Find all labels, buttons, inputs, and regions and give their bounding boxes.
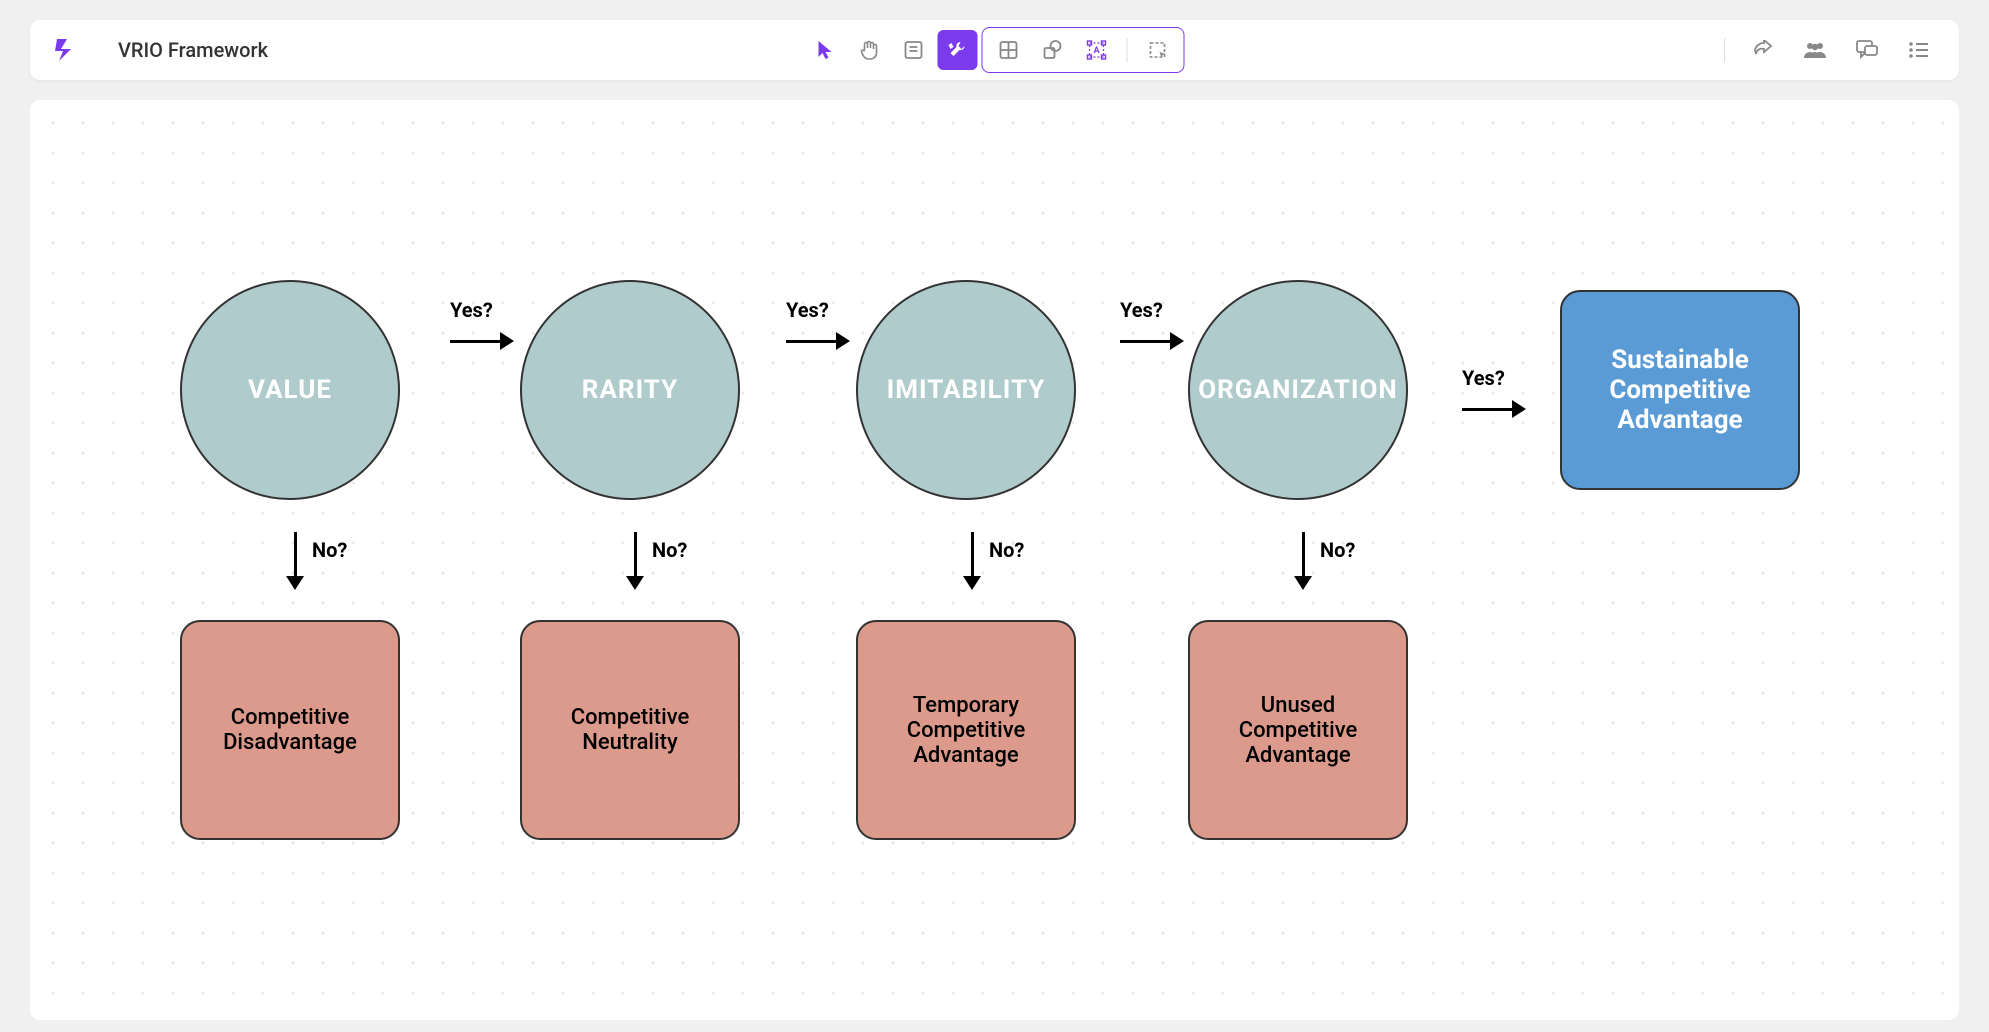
arrow-shaft — [294, 532, 297, 576]
toolbar-divider — [1126, 38, 1127, 62]
arrow-head-icon — [500, 332, 514, 350]
toolbar-container: VRIO Framework A — [0, 0, 1989, 100]
note-tool-icon[interactable] — [893, 30, 933, 70]
arrow-label: No? — [312, 538, 347, 562]
arrow-label: No? — [652, 538, 687, 562]
node-temporary-advantage[interactable]: Temporary Competitive Advantage — [856, 620, 1076, 840]
arrow-no-1[interactable]: No? — [286, 532, 304, 590]
node-label: Sustainable Competitive Advantage — [1582, 345, 1778, 435]
node-goal[interactable]: Sustainable Competitive Advantage — [1560, 290, 1800, 490]
arrow-head-icon — [626, 576, 644, 590]
arrow-head-icon — [1170, 332, 1184, 350]
hand-tool-icon[interactable] — [849, 30, 889, 70]
arrow-head-icon — [286, 576, 304, 590]
node-label: VALUE — [248, 375, 332, 405]
toolbar-center-group: A — [805, 27, 1184, 73]
node-value[interactable]: VALUE — [180, 280, 400, 500]
toolbar-divider — [1724, 38, 1725, 62]
toolbar-outlined-group: A — [981, 27, 1184, 73]
arrow-label: Yes? — [1120, 298, 1163, 322]
node-label: Unused Competitive Advantage — [1210, 693, 1386, 768]
arrow-shaft — [450, 340, 500, 343]
comments-icon[interactable] — [1847, 30, 1887, 70]
arrow-head-icon — [963, 576, 981, 590]
arrow-yes-4[interactable]: Yes? — [1462, 400, 1526, 418]
arrow-label: No? — [1320, 538, 1355, 562]
list-icon[interactable] — [1899, 30, 1939, 70]
arrow-shaft — [786, 340, 836, 343]
arrow-shaft — [1462, 408, 1512, 411]
node-label: RARITY — [582, 375, 678, 405]
arrow-yes-1[interactable]: Yes? — [450, 332, 514, 350]
arrow-shaft — [1120, 340, 1170, 343]
arrow-yes-2[interactable]: Yes? — [786, 332, 850, 350]
node-imitability[interactable]: IMITABILITY — [856, 280, 1076, 500]
app-logo-icon[interactable] — [50, 36, 78, 64]
arrow-head-icon — [1294, 576, 1312, 590]
node-label: Competitive Neutrality — [542, 705, 718, 755]
node-label: Competitive Disadvantage — [202, 705, 378, 755]
people-icon[interactable] — [1795, 30, 1835, 70]
node-unused-advantage[interactable]: Unused Competitive Advantage — [1188, 620, 1408, 840]
share-icon[interactable] — [1743, 30, 1783, 70]
toolbar-right-group — [1718, 30, 1939, 70]
arrow-shaft — [1302, 532, 1305, 576]
table-tool-icon[interactable] — [988, 30, 1028, 70]
arrow-no-2[interactable]: No? — [626, 532, 644, 590]
arrow-head-icon — [836, 332, 850, 350]
arrow-label: Yes? — [450, 298, 493, 322]
arrow-label: Yes? — [786, 298, 829, 322]
svg-text:A: A — [1093, 46, 1100, 56]
text-frame-tool-icon[interactable]: A — [1076, 30, 1116, 70]
arrow-label: No? — [989, 538, 1024, 562]
node-rarity[interactable]: RARITY — [520, 280, 740, 500]
cursor-tool-icon[interactable] — [805, 30, 845, 70]
select-area-tool-icon[interactable] — [1137, 30, 1177, 70]
shapes-tool-icon[interactable] — [1032, 30, 1072, 70]
arrow-no-3[interactable]: No? — [963, 532, 981, 590]
diagram-canvas[interactable]: VALUE RARITY IMITABILITY ORGANIZATION Su… — [30, 100, 1959, 1020]
node-label: ORGANIZATION — [1198, 375, 1398, 405]
tools-icon[interactable] — [937, 30, 977, 70]
node-organization[interactable]: ORGANIZATION — [1188, 280, 1408, 500]
arrow-shaft — [634, 532, 637, 576]
arrow-yes-3[interactable]: Yes? — [1120, 332, 1184, 350]
arrow-label: Yes? — [1462, 366, 1505, 390]
node-label: IMITABILITY — [887, 375, 1046, 405]
node-competitive-neutrality[interactable]: Competitive Neutrality — [520, 620, 740, 840]
node-competitive-disadvantage[interactable]: Competitive Disadvantage — [180, 620, 400, 840]
toolbar: VRIO Framework A — [30, 20, 1959, 80]
arrow-no-4[interactable]: No? — [1294, 532, 1312, 590]
arrow-shaft — [971, 532, 974, 576]
document-title[interactable]: VRIO Framework — [118, 38, 268, 62]
arrow-head-icon — [1512, 400, 1526, 418]
node-label: Temporary Competitive Advantage — [878, 693, 1054, 768]
